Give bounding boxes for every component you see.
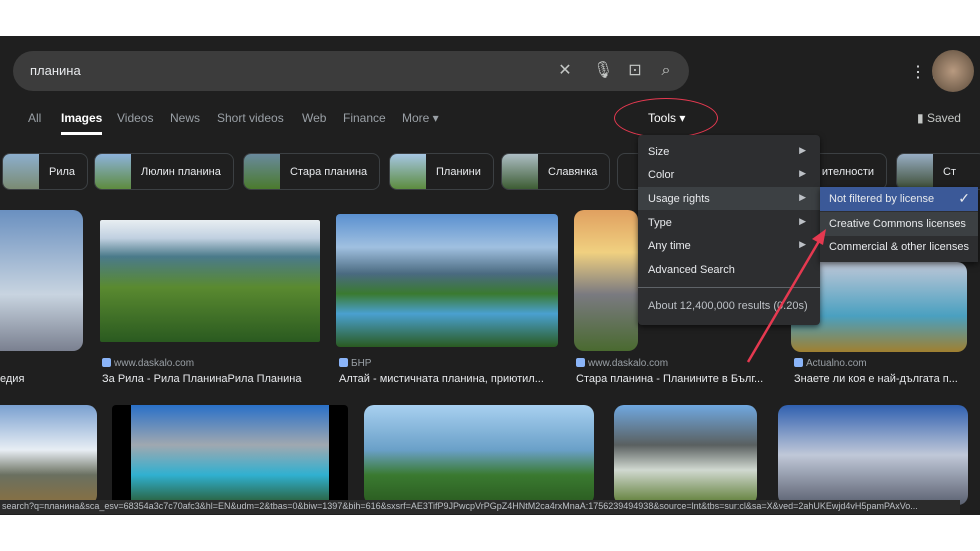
- google-images-page: планина ✕ 🎙 ⊡ ⌕ ⋮⋮ All Images Videos New…: [0, 36, 980, 515]
- arrow-line: [746, 235, 824, 363]
- annotation-arrow: [746, 229, 826, 363]
- status-bar-url: search?q=планина&sca_esv=68354a3c7c70afc…: [0, 500, 960, 514]
- arrow-head: [812, 229, 826, 245]
